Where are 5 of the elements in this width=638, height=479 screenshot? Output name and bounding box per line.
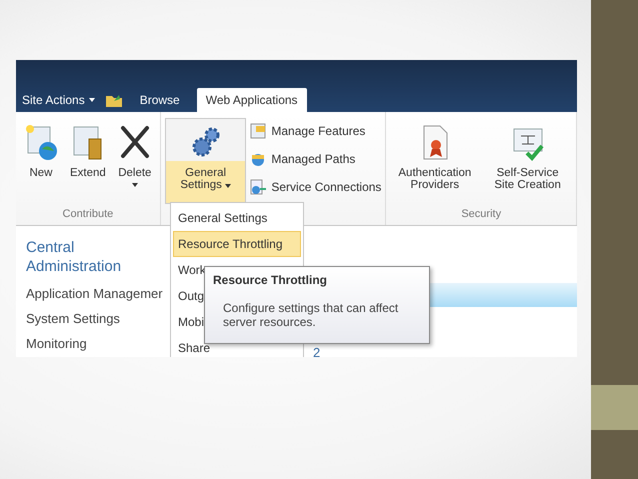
group-label: Security — [460, 207, 502, 222]
group-label: Contribute — [62, 207, 114, 222]
number-text: 2 — [313, 345, 322, 357]
tooltip-title: Resource Throttling — [213, 273, 328, 287]
tooltip-text: Configure settings that can affect server resources. — [222, 301, 400, 329]
